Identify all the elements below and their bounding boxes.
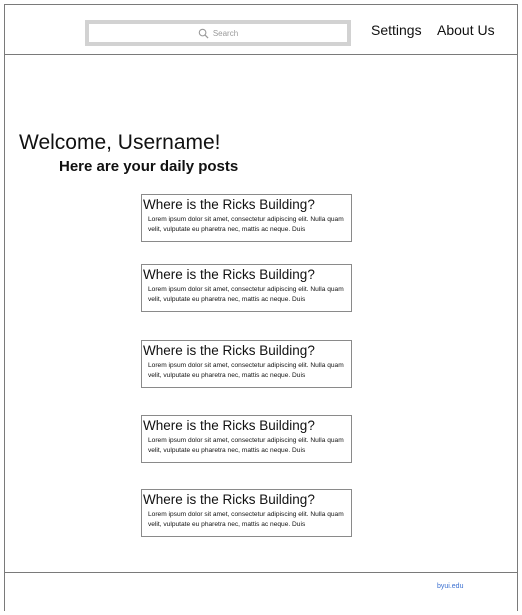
post-title[interactable]: Where is the Ricks Building? [143, 418, 315, 433]
search-icon [198, 28, 209, 39]
footer-bar: byui.edu [4, 572, 518, 611]
post-card[interactable]: Where is the Ricks Building? Lorem ipsum… [141, 340, 352, 388]
footer-link[interactable]: byui.edu [437, 583, 463, 590]
post-card[interactable]: Where is the Ricks Building? Lorem ipsum… [141, 489, 352, 537]
post-card[interactable]: Where is the Ricks Building? Lorem ipsum… [141, 264, 352, 312]
header-bar: Search Settings About Us [4, 4, 518, 55]
post-body: Lorem ipsum dolor sit amet, consectetur … [148, 362, 344, 379]
nav-settings-link[interactable]: Settings [371, 22, 422, 38]
page-outline-right [517, 4, 518, 611]
post-title[interactable]: Where is the Ricks Building? [143, 492, 315, 507]
subtitle: Here are your daily posts [59, 158, 239, 175]
search-input[interactable]: Search [90, 25, 346, 41]
search-placeholder: Search [212, 28, 239, 38]
nav-about-link[interactable]: About Us [437, 22, 495, 38]
post-title[interactable]: Where is the Ricks Building? [143, 197, 315, 212]
post-body: Lorem ipsum dolor sit amet, consectetur … [148, 286, 344, 303]
post-title[interactable]: Where is the Ricks Building? [143, 267, 315, 282]
post-card[interactable]: Where is the Ricks Building? Lorem ipsum… [141, 194, 352, 242]
page-outline-left [4, 4, 5, 611]
search-box[interactable]: Search [85, 20, 351, 46]
post-body: Lorem ipsum dolor sit amet, consectetur … [148, 437, 344, 454]
welcome-heading: Welcome, Username! [19, 131, 221, 154]
post-title[interactable]: Where is the Ricks Building? [143, 343, 315, 358]
post-card[interactable]: Where is the Ricks Building? Lorem ipsum… [141, 415, 352, 463]
post-body: Lorem ipsum dolor sit amet, consectetur … [148, 216, 344, 233]
post-body: Lorem ipsum dolor sit amet, consectetur … [148, 511, 344, 528]
